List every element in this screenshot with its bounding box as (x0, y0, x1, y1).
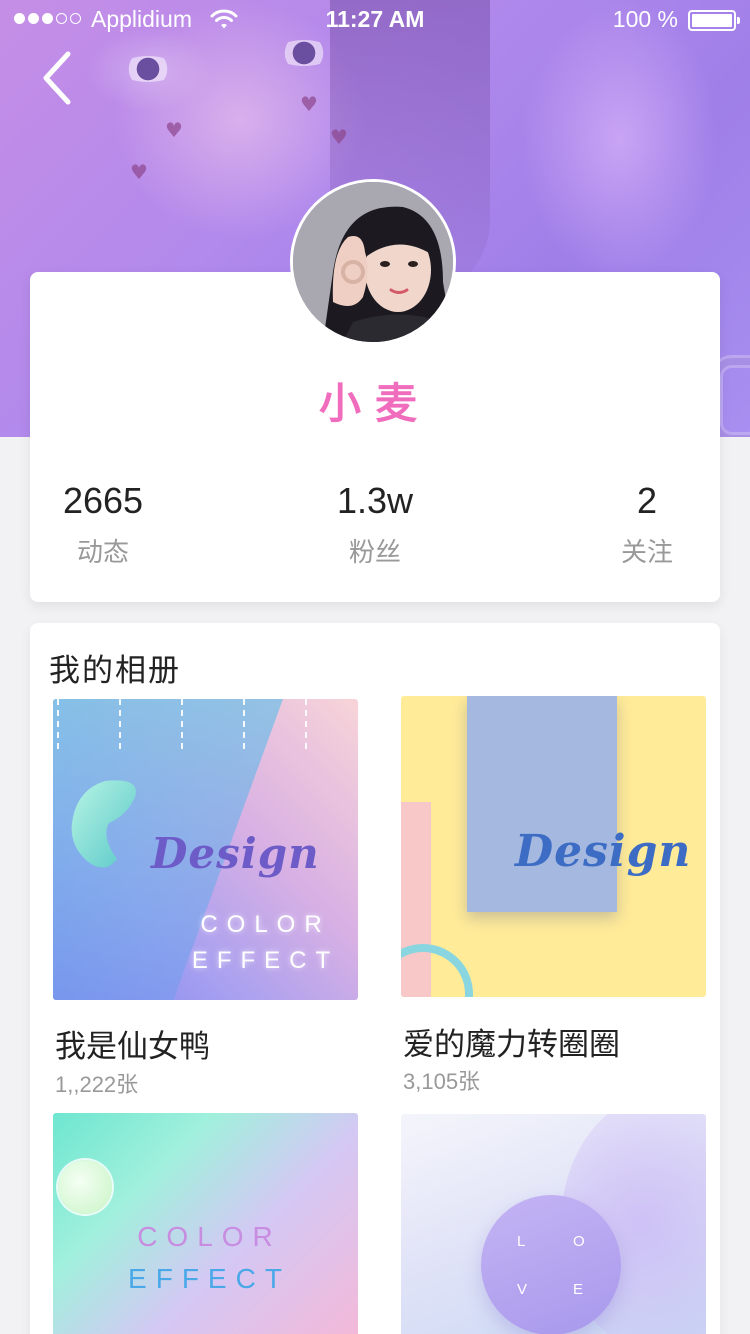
avatar-photo (293, 182, 453, 342)
cover-text: EFFECT (128, 1263, 291, 1294)
cover-text: COLOR (200, 911, 331, 938)
sticker-icon: ♥ (165, 118, 183, 142)
blob-shape-icon (71, 780, 136, 868)
sticker-icon: ♥ (330, 125, 348, 149)
cover-text: Design (515, 826, 692, 877)
love-letter: O (573, 1233, 585, 1250)
stat-value: 1.3w (336, 480, 414, 521)
stat-posts[interactable]: 2665 动态 (3, 480, 203, 569)
love-letter: E (573, 1281, 584, 1298)
album-cover[interactable]: COLOR EFFECT (53, 1113, 358, 1334)
love-letter: V (517, 1281, 528, 1298)
hero-photo-eye (119, 56, 177, 82)
battery-percent: 100 % (612, 6, 678, 32)
album-cover[interactable]: L O V E (401, 1114, 706, 1334)
stat-label: 关注 (620, 538, 673, 568)
stat-label: 动态 (76, 538, 129, 568)
battery-icon (688, 10, 740, 31)
album-title[interactable]: 我是仙女鸭 (55, 1021, 210, 1066)
sticker-icon: ♥ (300, 92, 318, 116)
chevron-left-icon (43, 51, 71, 105)
cover-text: Design (151, 829, 320, 878)
album-photo-count: 1,,222张 (55, 1072, 139, 1097)
status-bar: Applidium 11:27 AM 100 % (0, 0, 750, 40)
cover-text: EFFECT (191, 947, 340, 974)
profile-name: 小麦 (318, 379, 431, 428)
back-button[interactable] (38, 50, 78, 106)
hero-photo-eye (275, 40, 333, 66)
sticker-icon: ♥ (130, 160, 148, 184)
stat-value: 2665 (62, 480, 144, 521)
album-title[interactable]: 爱的魔力转圈圈 (403, 1019, 620, 1064)
avatar[interactable] (293, 182, 453, 342)
love-letter: L (517, 1233, 526, 1250)
stat-label: 粉丝 (348, 538, 401, 568)
stat-following[interactable]: 2 关注 (547, 480, 747, 569)
stat-value: 2 (636, 480, 658, 521)
album-cover[interactable]: Design (401, 696, 706, 997)
cover-text: COLOR (137, 1221, 282, 1252)
stat-followers[interactable]: 1.3w 粉丝 (275, 480, 475, 569)
album-photo-count: 3,105张 (403, 1069, 481, 1094)
album-cover[interactable]: Design COLOR EFFECT (53, 699, 358, 1000)
albums-section-title: 我的相册 (49, 653, 181, 689)
